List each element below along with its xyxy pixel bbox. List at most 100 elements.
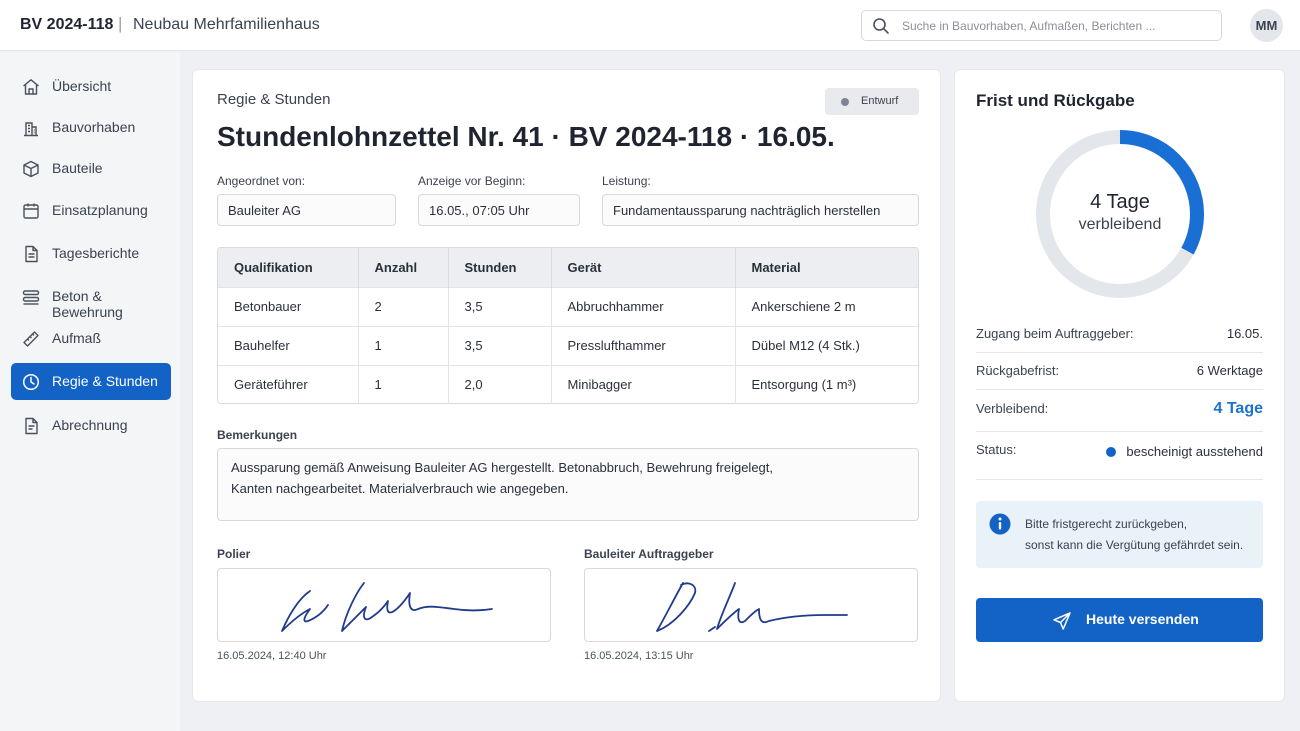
notice-field[interactable]: 16.05., 07:05 Uhr bbox=[418, 194, 580, 226]
column-header: Material bbox=[735, 248, 918, 287]
deadline-panel: Frist und Rückgabe 4 Tage verbleibend Zu… bbox=[954, 69, 1285, 702]
sidebar-item-beton-bewehrung[interactable]: Beton & Bewehrung bbox=[11, 278, 171, 320]
table-cell: 1 bbox=[358, 325, 449, 365]
info-text: Bitte fristgerecht zurückgeben, sonst ka… bbox=[1025, 514, 1243, 556]
table-cell: Abbruchhammer bbox=[551, 286, 736, 326]
invoice-icon bbox=[25, 417, 38, 435]
status-label: Entwurf bbox=[861, 95, 899, 107]
table-cell: 1 bbox=[358, 364, 449, 403]
column-header: Qualifikation bbox=[218, 248, 359, 287]
detail-label: Rückgabefrist: bbox=[976, 363, 1060, 378]
table-row[interactable]: Bauhelfer 1 3,5 Presslufthammer Dübel M1… bbox=[218, 325, 918, 365]
detail-label: Verbleibend: bbox=[976, 401, 1049, 416]
table-row[interactable]: Geräteführer 1 2,0 Minibagger Entsorgung… bbox=[218, 364, 918, 403]
column-header: Stunden bbox=[448, 248, 552, 287]
sidebar-item-aufmass[interactable]: Aufmaß bbox=[11, 320, 171, 357]
info-line: sonst kann die Vergütung gefährdet sein. bbox=[1025, 538, 1244, 552]
table-cell: Betonbauer bbox=[218, 286, 359, 326]
page-title: Stundenlohnzettel Nr. 41 · BV 2024-118 ·… bbox=[217, 121, 835, 152]
sidebar-item-label: Abrechnung bbox=[52, 417, 128, 433]
table-cell: Geräteführer bbox=[218, 364, 359, 403]
detail-label: Status: bbox=[976, 442, 1017, 457]
sidebar-item-bauvorhaben[interactable]: Bauvorhaben bbox=[11, 109, 171, 146]
sidebar-item-label: Bauvorhaben bbox=[52, 119, 136, 135]
sidebar-item-einsatzplanung[interactable]: Einsatzplanung bbox=[11, 192, 171, 229]
sidebar-item-label: Tagesberichte bbox=[52, 245, 140, 261]
signature-label-polier: Polier bbox=[217, 547, 251, 561]
project-code: BV 2024-118 bbox=[20, 16, 114, 33]
detail-value: 6 Werktage bbox=[1196, 363, 1263, 378]
table-cell: 2,0 bbox=[448, 364, 552, 403]
title-separator: | bbox=[118, 14, 123, 33]
info-line: Bitte fristgerecht zurückgeben, bbox=[1025, 517, 1188, 531]
signature-timestamp: 16.05.2024, 12:40 Uhr bbox=[217, 650, 327, 662]
table-cell: Minibagger bbox=[551, 364, 736, 403]
remarks-label: Bemerkungen bbox=[217, 428, 298, 442]
timesheet-card: Regie & Stunden Entwurf Stundenlohnzette… bbox=[192, 69, 941, 702]
avatar[interactable]: MM bbox=[1250, 9, 1283, 42]
search-input[interactable]: Suche in Bauvorhaben, Aufmaßen, Berichte… bbox=[861, 10, 1222, 41]
send-today-button[interactable]: Heute versenden bbox=[976, 598, 1263, 642]
detail-row: Rückgabefrist: 6 Werktage bbox=[976, 353, 1263, 390]
signature-pad-polier[interactable] bbox=[217, 568, 551, 642]
ordered-by-field[interactable]: Bauleiter AG bbox=[217, 194, 396, 226]
sidebar-item-uebersicht[interactable]: Übersicht bbox=[11, 68, 171, 105]
table-row[interactable]: Betonbauer 2 3,5 Abbruchhammer Ankerschi… bbox=[218, 286, 918, 326]
status-text: bescheinigt ausstehend bbox=[1126, 444, 1263, 459]
signature-pad-bauleiter[interactable] bbox=[584, 568, 918, 642]
detail-row: Verbleibend: 4 Tage bbox=[976, 390, 1263, 432]
breadcrumb: Regie & Stunden bbox=[217, 91, 331, 108]
project-name: Neubau Mehrfamilienhaus bbox=[133, 16, 320, 33]
remarks-field[interactable]: Aussparung gemäß Anweisung Bauleiter AG … bbox=[217, 448, 919, 521]
sidebar-item-label: Beton & Bewehrung bbox=[52, 288, 123, 320]
detail-label: Zugang beim Auftraggeber: bbox=[976, 326, 1134, 341]
search-placeholder: Suche in Bauvorhaben, Aufmaßen, Berichte… bbox=[902, 19, 1156, 33]
sidebar-item-label: Bauteile bbox=[52, 160, 103, 176]
sidebar: Übersicht Bauvorhaben Bauteile Einsatzpl… bbox=[0, 52, 180, 731]
detail-value-remaining: 4 Tage bbox=[1213, 400, 1264, 417]
sidebar-item-label: Übersicht bbox=[52, 78, 112, 94]
donut-main-value: 4 Tage bbox=[1090, 191, 1150, 213]
sidebar-item-label: Aufmaß bbox=[52, 330, 102, 346]
column-header: Anzahl bbox=[358, 248, 449, 287]
table-cell: Presslufthammer bbox=[551, 325, 736, 365]
calendar-icon bbox=[23, 203, 39, 219]
table-cell: 3,5 bbox=[448, 325, 552, 365]
donut-sub-label: verbleibend bbox=[1078, 216, 1162, 233]
cube-icon bbox=[23, 160, 39, 178]
sidebar-item-regie-stunden[interactable]: Regie & Stunden bbox=[11, 363, 171, 400]
detail-value-status: bescheinigt ausstehend bbox=[1106, 444, 1263, 459]
clock-icon bbox=[22, 373, 40, 391]
send-button-label: Heute versenden bbox=[1086, 611, 1199, 627]
detail-value: 16.05. bbox=[1226, 326, 1263, 341]
sidebar-item-label: Einsatzplanung bbox=[52, 202, 148, 218]
top-bar: BV 2024-118 | Neubau Mehrfamilienhaus Su… bbox=[0, 0, 1300, 51]
service-field[interactable]: Fundamentaussparung nachträglich herstel… bbox=[602, 194, 919, 226]
notice-label: Anzeige vor Beginn: bbox=[418, 174, 526, 188]
signature-label-bauleiter: Bauleiter Auftraggeber bbox=[584, 547, 714, 561]
search-icon bbox=[873, 18, 889, 34]
status-dot bbox=[1106, 447, 1117, 457]
sidebar-item-abrechnung[interactable]: Abrechnung bbox=[11, 407, 171, 444]
column-header: Gerät bbox=[551, 248, 736, 287]
info-box: Bitte fristgerecht zurückgeben, sonst ka… bbox=[976, 501, 1263, 568]
table-cell: Dübel M12 (4 Stk.) bbox=[735, 325, 918, 365]
document-icon bbox=[25, 245, 38, 263]
home-icon bbox=[23, 79, 39, 95]
signature-image bbox=[656, 582, 848, 632]
sidebar-item-tagesberichte[interactable]: Tagesberichte bbox=[11, 235, 171, 272]
sidebar-item-bauteile[interactable]: Bauteile bbox=[11, 150, 171, 187]
ordered-by-label: Angeordnet von: bbox=[217, 174, 306, 188]
table-cell: 2 bbox=[358, 286, 449, 326]
layers-icon bbox=[22, 290, 40, 305]
signature-timestamp: 16.05.2024, 13:15 Uhr bbox=[584, 650, 694, 662]
table-cell: Entsorgung (1 m³) bbox=[735, 364, 918, 403]
send-icon bbox=[1053, 612, 1071, 630]
table-header-row: Qualifikation Anzahl Stunden Gerät Mater… bbox=[218, 248, 918, 287]
panel-title: Frist und Rückgabe bbox=[976, 91, 1135, 110]
status-dot bbox=[841, 98, 849, 106]
status-badge: Entwurf bbox=[825, 88, 919, 115]
service-label: Leistung: bbox=[602, 174, 651, 188]
table-cell: 3,5 bbox=[448, 286, 552, 326]
remaining-donut bbox=[1036, 130, 1204, 298]
